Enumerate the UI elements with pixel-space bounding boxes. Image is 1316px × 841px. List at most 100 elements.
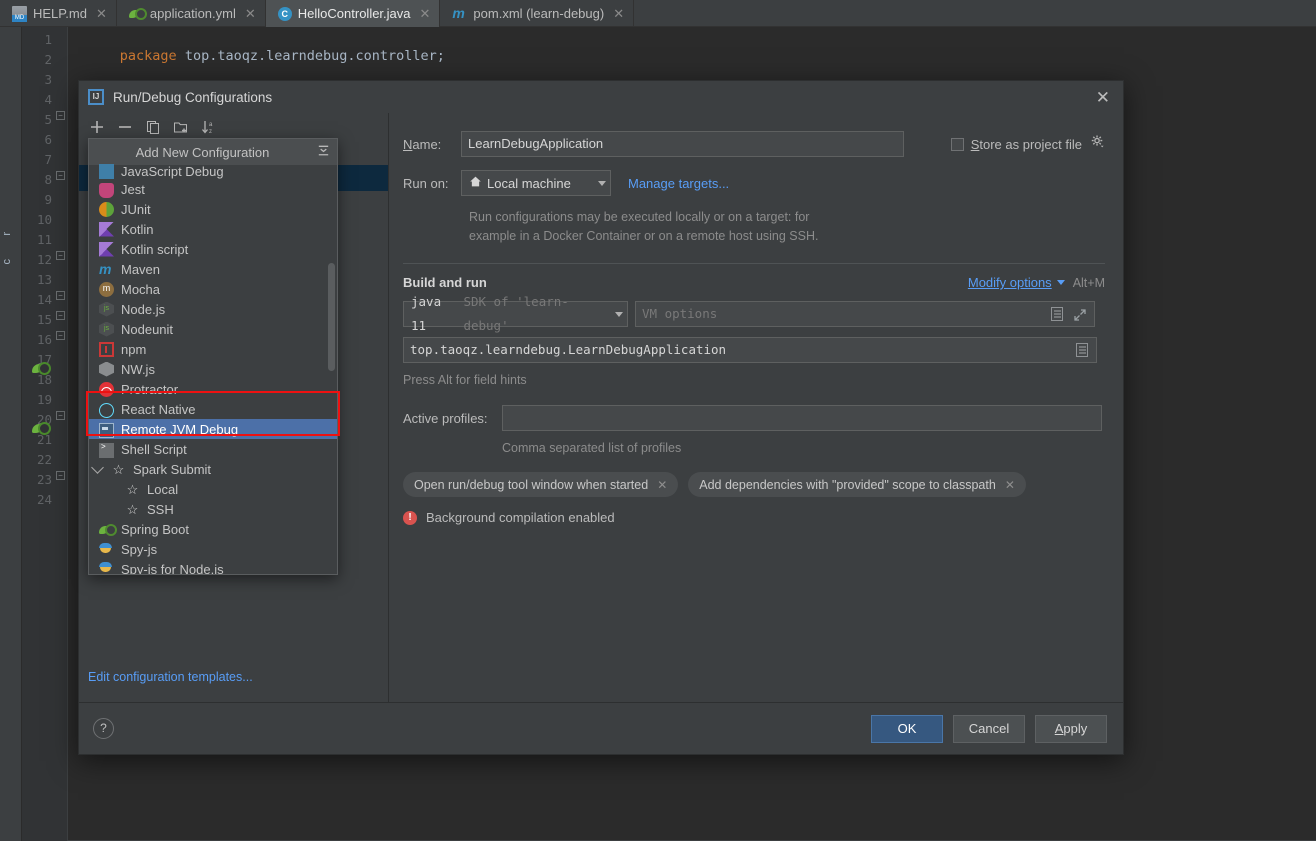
popup-scrollbar-thumb[interactable] <box>328 263 335 371</box>
popup-item-label: Jest <box>121 181 145 197</box>
code-fold-icon[interactable]: − <box>56 311 65 320</box>
close-icon[interactable]: ✕ <box>1091 87 1115 108</box>
option-chip-provided-scope[interactable]: Add dependencies with "provided" scope t… <box>688 472 1026 497</box>
add-new-configuration-popup[interactable]: Add New Configuration JavaScript Debug Je… <box>88 138 338 575</box>
close-icon[interactable]: ✕ <box>420 6 431 22</box>
expand-editor-icon[interactable] <box>1073 306 1087 330</box>
edit-configuration-templates-link[interactable]: Edit configuration templates... <box>88 670 253 684</box>
left-tool-window-strip[interactable]: r c <box>0 27 22 841</box>
close-icon[interactable]: ✕ <box>245 6 256 22</box>
line-number: 7 <box>44 152 52 167</box>
popup-item-mocha[interactable]: Mocha <box>89 279 337 299</box>
store-as-project-file-checkbox[interactable]: Store as project file <box>950 137 1082 152</box>
code-fold-icon[interactable]: − <box>56 331 65 340</box>
tool-strip-label[interactable]: r <box>1 232 13 236</box>
popup-item-label: Spring Boot <box>121 521 189 537</box>
gutter-divider <box>67 27 68 841</box>
popup-item-nodeunit[interactable]: Nodeunit <box>89 319 337 339</box>
close-icon[interactable]: ✕ <box>96 6 107 22</box>
collapse-all-icon[interactable] <box>316 143 331 161</box>
popup-item-spring-boot[interactable]: Spring Boot <box>89 519 337 539</box>
remove-configuration-button[interactable] <box>113 115 137 139</box>
option-chip-open-tool-window[interactable]: Open run/debug tool window when started … <box>403 472 679 497</box>
popup-item-protractor[interactable]: Protractor <box>89 379 337 399</box>
chevron-down-icon[interactable] <box>91 461 104 474</box>
gear-icon[interactable] <box>1090 134 1105 154</box>
help-button[interactable]: ? <box>93 718 114 739</box>
popup-item-spy-js-for-node-js[interactable]: Spy-js for Node.js <box>89 559 337 574</box>
configuration-name-input[interactable]: LearnDebugApplication <box>461 131 904 157</box>
code-text: top.taoqz.learndebug.controller; <box>176 48 445 64</box>
checkbox-box[interactable] <box>950 137 964 151</box>
chevron-down-icon[interactable] <box>598 180 606 186</box>
editor-tab-application-yml[interactable]: application.yml ✕ <box>117 0 266 27</box>
run-on-hint-line-1: Run configurations may be executed local… <box>469 210 810 224</box>
line-number: 13 <box>36 272 52 287</box>
popup-item-spark-submit[interactable]: ☆ Spark Submit <box>89 459 337 479</box>
manage-targets-link[interactable]: Manage targets... <box>628 176 729 191</box>
code-fold-icon[interactable]: − <box>56 411 65 420</box>
spring-bean-gutter-icon[interactable] <box>32 360 51 376</box>
popup-item-junit[interactable]: JUnit <box>89 199 337 219</box>
popup-item-list[interactable]: JavaScript Debug Jest JUnit Kotlin Kotlin sc… <box>89 164 337 574</box>
close-icon[interactable]: ✕ <box>613 6 624 22</box>
popup-item-javascript-debug[interactable]: JavaScript Debug <box>89 164 337 179</box>
line-number: 11 <box>36 232 52 247</box>
sort-az-button[interactable]: a z <box>197 115 221 139</box>
popup-item-label: Protractor <box>121 381 179 397</box>
popup-scroll-area[interactable]: JavaScript Debug Jest JUnit Kotlin Kotlin sc… <box>89 164 337 574</box>
editor-tab-pom-xml[interactable]: pom.xml (learn-debug) ✕ <box>440 0 635 27</box>
popup-item-npm[interactable]: npm <box>89 339 337 359</box>
popup-item-label: SSH <box>147 501 174 517</box>
jdk-detail: SDK of 'learn-debug' <box>463 294 569 333</box>
popup-item-kotlin[interactable]: Kotlin <box>89 219 337 239</box>
run-on-hint-line-2: example in a Docker Container or on a re… <box>469 229 819 243</box>
active-profiles-input[interactable] <box>502 405 1102 431</box>
code-keyword: package <box>119 48 177 64</box>
code-fold-icon[interactable]: − <box>56 111 65 120</box>
main-class-input[interactable]: top.taoqz.learndebug.LearnDebugApplicati… <box>403 337 1097 363</box>
jdk-select[interactable]: java 11 SDK of 'learn-debug' <box>403 294 628 333</box>
modify-options-link[interactable]: Modify options <box>968 275 1052 290</box>
macro-list-icon[interactable] <box>1075 342 1089 366</box>
popup-item-spy-js[interactable]: Spy-js <box>89 539 337 559</box>
background-compilation-warning: Background compilation enabled <box>403 510 1105 525</box>
apply-button[interactable]: Apply <box>1035 714 1107 743</box>
popup-item-jest[interactable]: Jest <box>89 179 337 199</box>
tool-strip-label[interactable]: c <box>1 259 13 265</box>
popup-item-ssh[interactable]: ☆ SSH <box>89 499 337 519</box>
line-number: 9 <box>44 192 52 207</box>
popup-item-kotlin-script[interactable]: Kotlin script <box>89 239 337 259</box>
copy-configuration-button[interactable] <box>141 115 165 139</box>
popup-item-react-native[interactable]: React Native <box>89 399 337 421</box>
add-configuration-button[interactable] <box>85 115 109 139</box>
code-fold-icon[interactable]: − <box>56 251 65 260</box>
popup-item-local[interactable]: ☆ Local <box>89 479 337 499</box>
close-icon[interactable]: ✕ <box>657 478 667 492</box>
store-as-project-file-label: Store as project file <box>971 137 1082 152</box>
popup-item-label: Local <box>147 481 179 497</box>
popup-item-shell-script[interactable]: Shell Script <box>89 439 337 459</box>
chevron-down-icon[interactable] <box>1056 280 1065 285</box>
popup-item-nw-js[interactable]: NW.js <box>89 359 337 379</box>
ok-button[interactable]: OK <box>871 714 943 743</box>
popup-item-remote-jvm-debug[interactable]: Remote JVM Debug <box>89 419 337 439</box>
chevron-down-icon[interactable] <box>615 311 623 317</box>
spring-bean-gutter-icon[interactable] <box>32 420 51 436</box>
popup-item-label: Remote JVM Debug <box>121 421 239 437</box>
cancel-button[interactable]: Cancel <box>953 714 1025 743</box>
warning-text: Background compilation enabled <box>426 510 615 525</box>
code-fold-icon[interactable]: − <box>56 291 65 300</box>
popup-item-node-js[interactable]: Node.js <box>89 299 337 319</box>
vm-options-input[interactable]: VM options <box>635 301 1095 327</box>
code-fold-icon[interactable]: − <box>56 471 65 480</box>
code-fold-icon[interactable]: − <box>56 171 65 180</box>
editor-tab-help-md[interactable]: HELP.md ✕ <box>0 0 117 27</box>
editor-tab-hellocontroller-java[interactable]: HelloController.java ✕ <box>265 0 441 27</box>
new-folder-button[interactable] <box>169 115 193 139</box>
macro-list-icon[interactable] <box>1050 306 1064 330</box>
close-icon[interactable]: ✕ <box>1005 478 1015 492</box>
popup-item-maven[interactable]: Maven <box>89 259 337 279</box>
editor-tab-label: application.yml <box>149 6 236 21</box>
run-on-target-select[interactable]: Local machine <box>461 170 611 196</box>
